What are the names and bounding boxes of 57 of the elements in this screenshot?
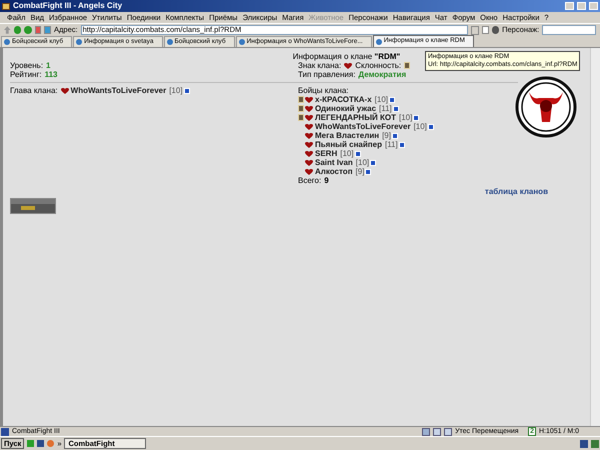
clan-head-label: Глава клана: [10, 86, 58, 95]
player-name[interactable]: Одинокий ужас [315, 104, 376, 113]
player-level: [11] [384, 140, 398, 149]
character-field[interactable] [542, 25, 596, 35]
globe-icon [238, 39, 245, 45]
window-title: CombatFight III - Angels City [13, 2, 122, 10]
total-label: Всего: [298, 176, 322, 185]
info-icon[interactable] [354, 150, 361, 156]
player-name[interactable]: WhoWantsToLiveForever [70, 86, 166, 95]
globe-icon [76, 39, 82, 45]
alignment-label: Склонность: [355, 61, 402, 70]
app-icon [2, 2, 10, 10]
level-value: 1 [46, 61, 50, 70]
info-icon[interactable] [184, 88, 190, 94]
government-value: Демократия [358, 70, 406, 79]
player-name[interactable]: Мега Властелин [315, 131, 380, 140]
clan-logo [515, 76, 577, 138]
page-icon[interactable] [433, 428, 442, 436]
player-level: [10] [169, 86, 183, 95]
globe-icon [166, 39, 173, 45]
info-icon[interactable] [413, 114, 420, 120]
player-name[interactable]: SERH [315, 149, 338, 158]
player-name[interactable]: Пьяный снайпер [315, 140, 382, 149]
player-level: [9] [356, 167, 364, 176]
rating-value: 113 [44, 70, 58, 79]
player-name[interactable]: x-КРАСОТКА-x [315, 95, 372, 104]
page-icon[interactable] [482, 26, 489, 34]
globe-icon [376, 38, 382, 44]
info-icon[interactable] [428, 124, 434, 130]
heart-icon [344, 62, 352, 68]
player-level: [9] [382, 131, 391, 140]
player-level: [10] [414, 122, 427, 131]
total-value: 9 [324, 176, 329, 185]
clan-sign-label: Знак клана: [298, 61, 342, 70]
player-level: [10] [356, 158, 370, 167]
refresh-icon[interactable] [422, 428, 430, 436]
shield-icon [404, 62, 410, 69]
clan-table-link[interactable]: таблица кланов [484, 187, 548, 196]
government-label: Тип правления: [298, 70, 356, 79]
globe-icon [4, 39, 10, 45]
player-name[interactable]: WhoWantsToLiveForever [315, 122, 411, 131]
player-level: [10] [340, 149, 354, 158]
heart-icon [60, 88, 69, 94]
player-name[interactable]: ЛЕГЕНДАРНЫЙ КОТ [315, 113, 396, 122]
stop-button[interactable] [34, 26, 42, 34]
page-heading: Информация о клане "RDM" [292, 52, 400, 61]
rating-label: Рейтинг: [10, 70, 42, 79]
player-level: [10] [374, 95, 388, 104]
counter-badge [10, 198, 56, 214]
level-label: Уровень: [10, 61, 44, 70]
player-name[interactable]: Saint Ivan [315, 158, 353, 167]
player-level: [10] [398, 113, 412, 122]
player-name[interactable]: Алкостоп [315, 167, 353, 176]
window-icon[interactable] [444, 428, 452, 436]
monitor-icon [1, 428, 9, 436]
members-label: Бойцы клана: [298, 86, 350, 95]
player-level: [11] [379, 104, 392, 113]
